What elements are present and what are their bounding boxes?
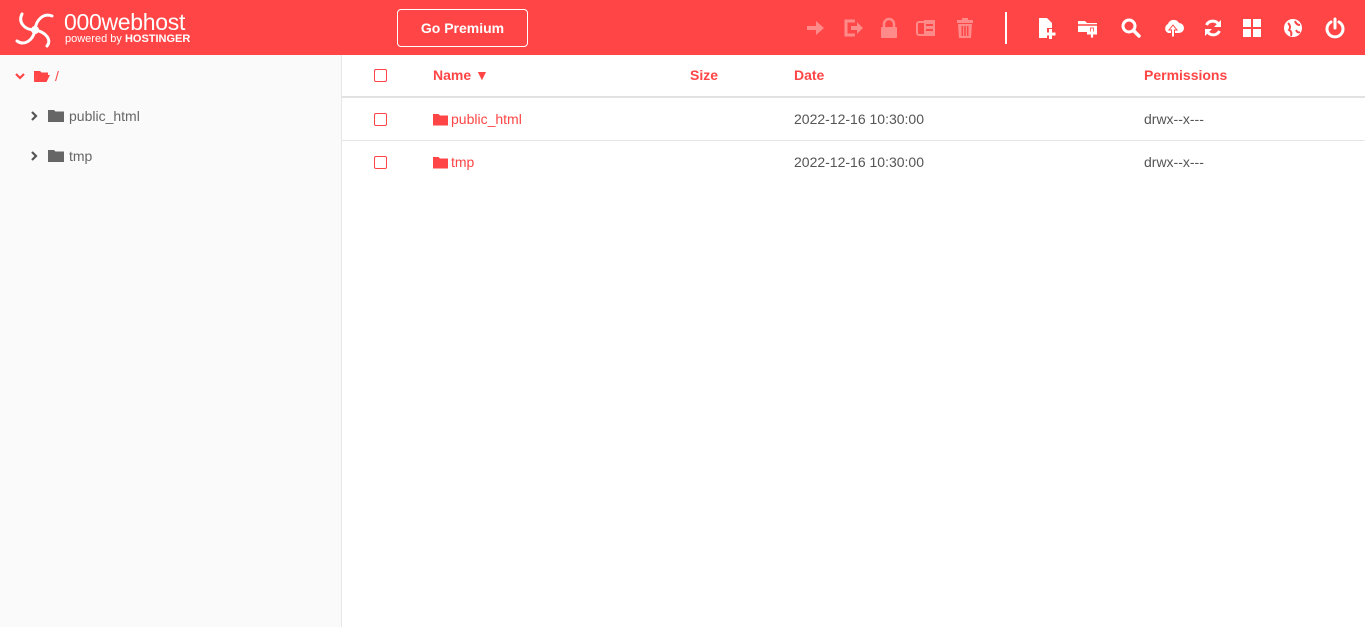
new-folder-icon[interactable] <box>1073 13 1103 43</box>
rename-icon[interactable] <box>838 13 868 43</box>
logo-swirl-icon <box>15 12 54 48</box>
toolbar-divider <box>1005 12 1007 44</box>
file-name-link[interactable]: tmp <box>433 154 474 170</box>
chevron-right-icon[interactable] <box>28 110 40 122</box>
view-grid-icon[interactable] <box>1237 13 1267 43</box>
file-name-link[interactable]: public_html <box>433 111 522 127</box>
column-header-date[interactable]: Date <box>794 67 824 83</box>
search-icon[interactable] <box>1116 13 1146 43</box>
archive-icon[interactable] <box>911 13 941 43</box>
file-name: public_html <box>451 111 522 127</box>
brand-tagline-brand: HOSTINGER <box>124 33 191 45</box>
file-name: tmp <box>451 154 475 170</box>
globe-icon[interactable] <box>1278 13 1308 43</box>
file-date: 2022-12-16 10:30:00 <box>794 154 924 170</box>
tree-item-label: tmp <box>69 148 93 164</box>
permissions-lock-icon[interactable] <box>874 13 904 43</box>
tree-item-label: / <box>55 68 59 84</box>
folder-icon <box>433 113 448 125</box>
file-permissions: drwx--x--- <box>1144 154 1204 170</box>
table-row[interactable]: tmp 2022-12-16 10:30:00 drwx--x--- <box>342 141 1365 184</box>
column-header-permissions[interactable]: Permissions <box>1144 67 1227 83</box>
power-icon[interactable] <box>1320 13 1350 43</box>
folder-icon <box>48 110 64 122</box>
row-checkbox[interactable] <box>374 113 387 126</box>
folder-icon <box>433 156 448 168</box>
file-date: 2022-12-16 10:30:00 <box>794 111 924 127</box>
tree-item-public-html[interactable]: public_html <box>28 104 140 128</box>
folder-icon <box>48 150 64 162</box>
tree-item-label: public_html <box>69 108 140 124</box>
row-checkbox[interactable] <box>374 156 387 169</box>
table-row[interactable]: public_html 2022-12-16 10:30:00 drwx--x-… <box>342 98 1365 141</box>
column-header-size[interactable]: Size <box>690 67 718 83</box>
move-icon[interactable] <box>800 13 830 43</box>
upload-icon[interactable] <box>1158 13 1188 43</box>
new-file-icon[interactable] <box>1032 13 1062 43</box>
file-permissions: drwx--x--- <box>1144 111 1204 127</box>
brand-tagline: powered by HOSTINGER <box>65 33 190 45</box>
tree-item-tmp[interactable]: tmp <box>28 144 92 168</box>
top-bar: 000webhost powered by HOSTINGER Go Premi… <box>0 0 1365 55</box>
logo[interactable]: 000webhost powered by HOSTINGER <box>14 9 204 49</box>
file-table: Name ▼ Size Date Permissions public_html… <box>342 55 1365 627</box>
chevron-right-icon[interactable] <box>28 150 40 162</box>
brand-tagline-prefix: powered by <box>65 33 122 45</box>
delete-icon[interactable] <box>950 13 980 43</box>
chevron-down-icon[interactable] <box>14 70 26 82</box>
folder-open-icon <box>34 71 50 82</box>
folder-tree-sidebar: / public_html tmp <box>0 55 342 627</box>
refresh-icon[interactable] <box>1198 13 1228 43</box>
table-header: Name ▼ Size Date Permissions <box>342 55 1365 98</box>
go-premium-button[interactable]: Go Premium <box>397 9 528 47</box>
select-all-checkbox[interactable] <box>374 69 387 82</box>
brand-name: 000webhost <box>64 9 186 35</box>
column-header-name[interactable]: Name ▼ <box>433 67 489 83</box>
tree-item-root[interactable]: / <box>14 64 59 88</box>
